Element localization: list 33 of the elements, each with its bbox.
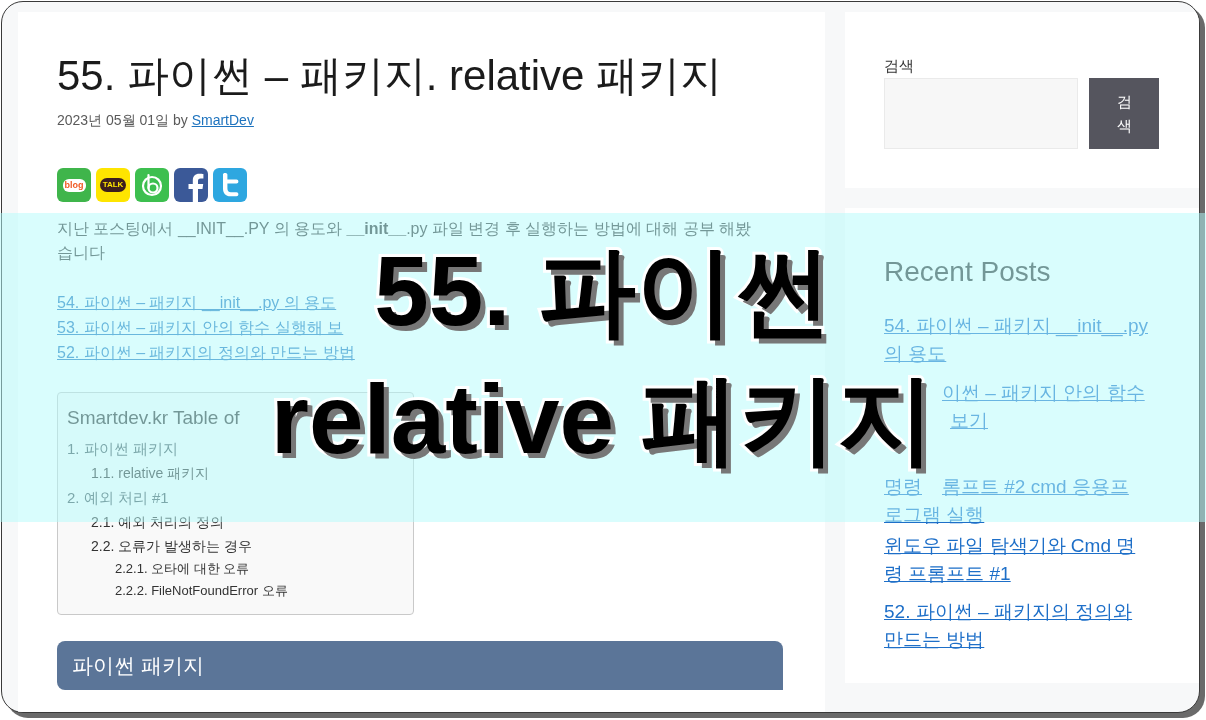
recent-post-link[interactable]: 롬프트 #2 cmd 응용프 (942, 476, 1129, 498)
recent-post-link[interactable]: 54. 파이썬 – 패키지 __init__.py 의 용도 (884, 312, 1148, 368)
recent-post-link[interactable]: 명령 (884, 476, 922, 498)
toc-link[interactable]: 2. 예외 처리 #1 (67, 485, 169, 510)
widget-title: Recent Posts (884, 255, 1051, 289)
toc-link[interactable]: 2.1. 예외 처리의 정의 (91, 510, 225, 534)
banner-title: relative 패키지 (269, 368, 937, 476)
post-title: 55. 파이썬 – 패키지. relative 패키지 (57, 52, 723, 100)
search-button[interactable]: 검색 (1089, 78, 1159, 149)
f-logo-icon (186, 172, 204, 202)
toc-title: Smartdev.kr Table of (67, 406, 240, 430)
share-button[interactable]: blog (57, 168, 91, 202)
related-post-link[interactable]: 52. 파이썬 – 패키지의 정의와 만드는 방법 (57, 340, 355, 365)
section-heading: 파이썬 패키지 (57, 641, 783, 690)
t-logo-icon (220, 173, 240, 197)
toc-link[interactable]: 1. 파이썬 패키지 (67, 436, 178, 461)
share-button[interactable]: TALK (96, 168, 130, 202)
ring-logo-icon (140, 173, 164, 197)
toc-link[interactable]: 2.2.1. 오타에 대한 오류 (115, 558, 250, 580)
related-post-link[interactable]: 54. 파이썬 – 패키지 __init__.py 의 용도 (57, 290, 337, 315)
toc-link[interactable]: 1.1. relative 패키지 (91, 461, 210, 485)
recent-post-link[interactable]: 보기 (950, 410, 988, 432)
toc-link[interactable]: 2.2.2. FileNotFoundError 오류 (115, 580, 288, 602)
recent-post-link[interactable]: 로그램 실행 (884, 504, 985, 526)
author-link[interactable]: SmartDev (191, 112, 254, 128)
post-meta: 2023년 05월 01일 by SmartDev (57, 111, 254, 130)
recent-post-link[interactable]: 52. 파이썬 – 패키지의 정의와 만드는 방법 (884, 598, 1148, 654)
search-label: 검색 (884, 56, 914, 76)
toc-link[interactable]: 2.2. 오류가 발생하는 경우 (91, 534, 253, 558)
recent-post-link[interactable]: 이썬 – 패키지 안의 함수 (942, 382, 1145, 404)
related-post-link[interactable]: 53. 파이썬 – 패키지 안의 함수 실행해 보 (57, 315, 344, 340)
recent-post-link[interactable]: 윈도우 파일 탐색기와 Cmd 명령 프롬프트 #1 (884, 532, 1148, 588)
share-button[interactable] (174, 168, 208, 202)
